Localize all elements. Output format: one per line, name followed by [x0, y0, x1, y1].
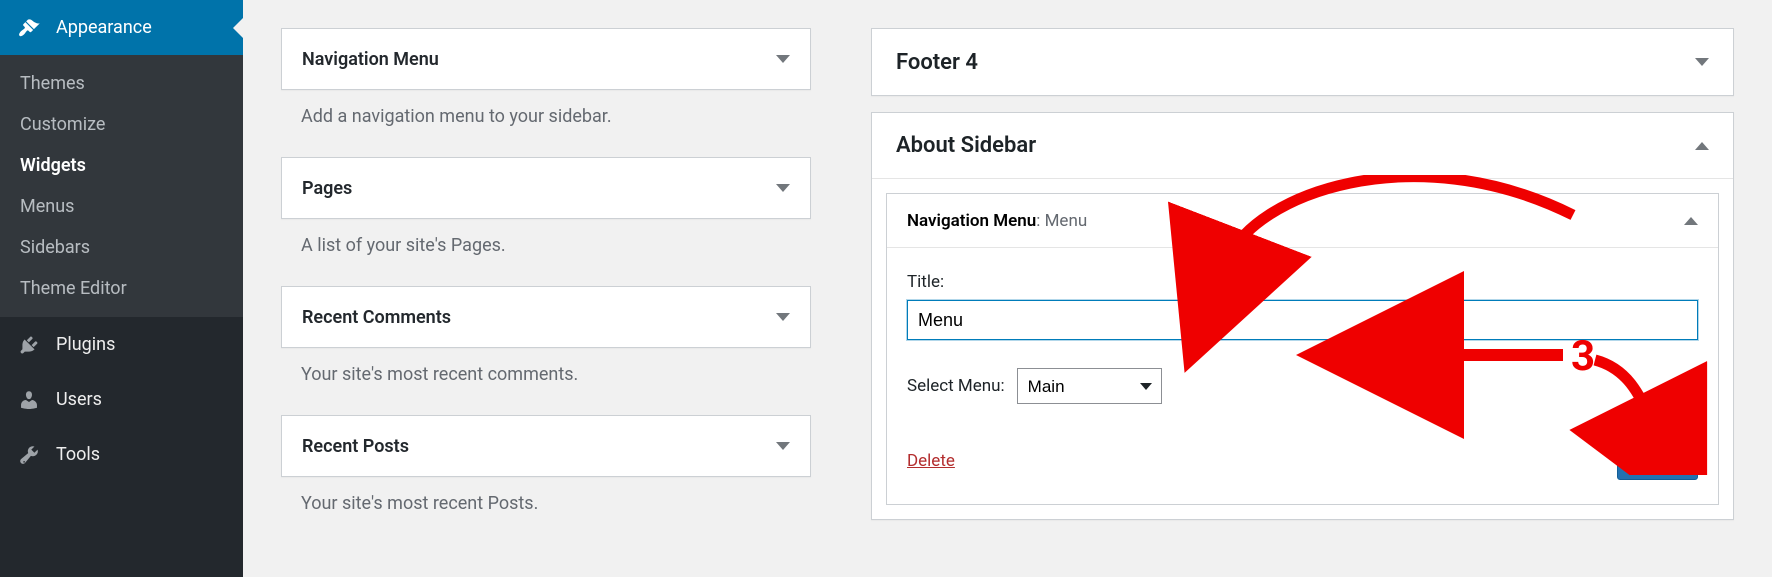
delete-link[interactable]: Delete [907, 451, 955, 471]
sidebar-area-title: Footer 4 [896, 50, 978, 75]
chevron-up-icon [1684, 217, 1698, 225]
sidebar-item-label: Plugins [56, 334, 115, 355]
available-widget: Pages [281, 157, 811, 219]
sidebar-item-label: Tools [56, 444, 100, 465]
sidebar-item-users[interactable]: Users [0, 372, 243, 427]
users-icon [16, 387, 42, 413]
chevron-down-icon [776, 184, 790, 192]
sidebar-submenu: Themes Customize Widgets Menus Sidebars … [0, 55, 243, 317]
widget-description: Your site's most recent Posts. [281, 477, 811, 514]
sidebar-item-tools[interactable]: Tools [0, 427, 243, 482]
sidebar-item-appearance[interactable]: Appearance [0, 0, 243, 55]
sidebar-area-footer-4: Footer 4 [871, 28, 1734, 96]
chevron-down-icon [776, 55, 790, 63]
select-menu-row: Select Menu: Main [907, 368, 1698, 404]
available-widget: Navigation Menu [281, 28, 811, 90]
chevron-up-icon [1695, 142, 1709, 150]
sidebar-sub-theme-editor[interactable]: Theme Editor [0, 268, 243, 309]
sidebar-sub-widgets[interactable]: Widgets [0, 145, 243, 186]
sidebar-area-body: Navigation Menu: Menu Title: Select Menu… [872, 179, 1733, 519]
sidebar-area-about: About Sidebar Navigation Menu: Menu Titl… [871, 112, 1734, 520]
widget-actions: Delete Save [907, 442, 1698, 480]
sidebar-item-plugins[interactable]: Plugins [0, 317, 243, 372]
sidebar-sub-menus[interactable]: Menus [0, 186, 243, 227]
sidebar-area-head[interactable]: About Sidebar [872, 113, 1733, 179]
sidebar-item-label: Users [56, 389, 102, 410]
select-menu-label: Select Menu: [907, 376, 1005, 396]
admin-sidebar: Appearance Themes Customize Widgets Menu… [0, 0, 243, 577]
brush-icon [16, 15, 42, 41]
widget-head-recent-posts[interactable]: Recent Posts [282, 416, 810, 476]
widget-head-pages[interactable]: Pages [282, 158, 810, 218]
content-area: Navigation Menu Add a navigation menu to… [243, 0, 1772, 577]
chevron-down-icon [776, 313, 790, 321]
widget-description: A list of your site's Pages. [281, 219, 811, 286]
sidebar-item-label: Appearance [56, 17, 152, 38]
widget-description: Add a navigation menu to your sidebar. [281, 90, 811, 157]
widget-title: Pages [302, 178, 352, 199]
available-widgets-column: Navigation Menu Add a navigation menu to… [281, 28, 811, 577]
widget-title: Recent Posts [302, 436, 409, 457]
available-widget: Recent Comments [281, 286, 811, 348]
chevron-down-icon [1695, 58, 1709, 66]
widget-instance-head[interactable]: Navigation Menu: Menu [887, 194, 1718, 248]
widget-head-recent-comments[interactable]: Recent Comments [282, 287, 810, 347]
widget-instance-title: Navigation Menu: Menu [907, 211, 1087, 231]
plugin-icon [16, 332, 42, 358]
select-menu-dropdown[interactable]: Main [1017, 368, 1162, 404]
sidebar-areas-column: Footer 4 About Sidebar Navigation Menu: … [871, 28, 1734, 577]
sidebar-area-title: About Sidebar [896, 133, 1036, 158]
sidebar-area-head[interactable]: Footer 4 [872, 29, 1733, 95]
widget-title: Recent Comments [302, 307, 451, 328]
widget-head-navigation-menu[interactable]: Navigation Menu [282, 29, 810, 89]
title-input[interactable] [907, 300, 1698, 340]
sidebar-sub-customize[interactable]: Customize [0, 104, 243, 145]
widget-description: Your site's most recent comments. [281, 348, 811, 415]
sidebar-sub-themes[interactable]: Themes [0, 63, 243, 104]
widget-title: Navigation Menu [302, 49, 439, 70]
widget-name: Navigation Menu [907, 211, 1036, 231]
widget-subtitle: Menu [1045, 211, 1088, 231]
save-button[interactable]: Save [1617, 442, 1698, 480]
widget-form: Title: Select Menu: Main [887, 248, 1718, 504]
title-label: Title: [907, 272, 1698, 292]
available-widget: Recent Posts [281, 415, 811, 477]
chevron-down-icon [776, 442, 790, 450]
widget-instance: Navigation Menu: Menu Title: Select Menu… [886, 193, 1719, 505]
sidebar-sub-sidebars[interactable]: Sidebars [0, 227, 243, 268]
wrench-icon [16, 442, 42, 468]
